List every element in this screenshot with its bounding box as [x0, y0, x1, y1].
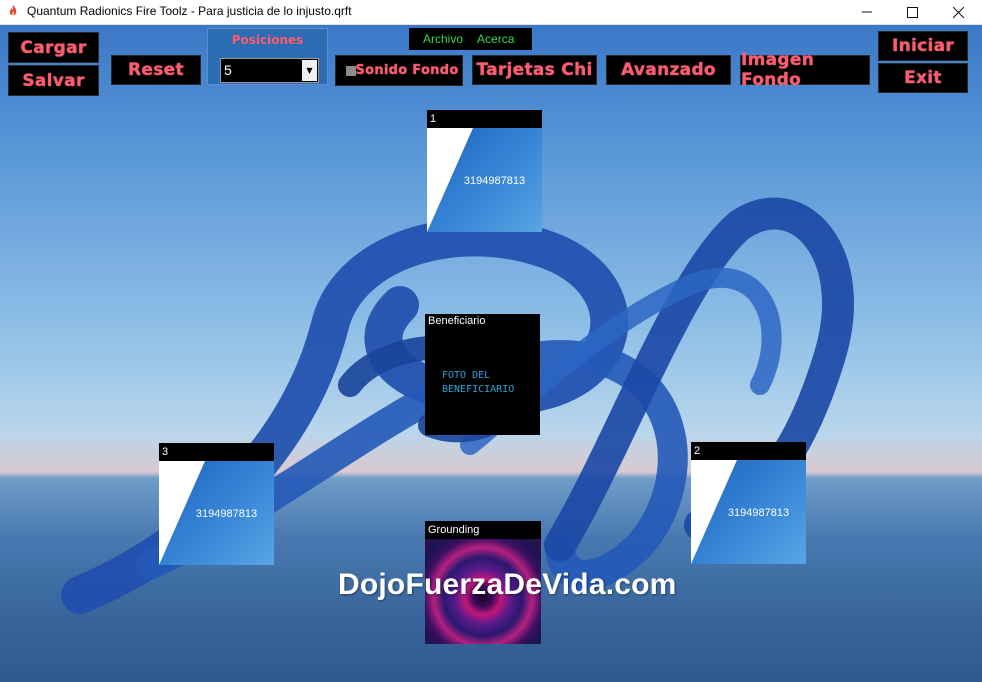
main-canvas: Cargar Salvar Reset Posiciones 5 ▼ Archi… — [0, 25, 982, 682]
card-image: 3194987813 — [427, 128, 542, 232]
card-number: 3194987813 — [195, 508, 258, 520]
card-number: 3194987813 — [463, 175, 526, 187]
close-icon — [952, 6, 964, 18]
watermark-text: DojoFuerzaDeVida.com — [338, 568, 677, 601]
positions-label: Posiciones — [231, 33, 304, 47]
menu-acerca[interactable]: Acerca — [477, 32, 514, 46]
exit-button[interactable]: Exit — [878, 63, 968, 93]
flame-icon — [9, 5, 17, 16]
maximize-icon — [906, 6, 918, 18]
beneficiary-label: Beneficiario — [428, 315, 486, 327]
card-number: 3194987813 — [727, 507, 790, 519]
position-card-3[interactable]: 3 3194987813 — [159, 443, 274, 565]
menu-archivo[interactable]: Archivo — [423, 32, 463, 46]
card-image: 3194987813 — [159, 461, 274, 565]
sonido-fondo-label: Sonido Fondo — [355, 63, 459, 78]
card-label: 1 — [427, 110, 542, 128]
position-card-1[interactable]: 1 3194987813 — [427, 110, 542, 232]
positions-group: Posiciones 5 ▼ — [207, 28, 328, 85]
beneficiary-photo-placeholder: FOTO DEL BENEFICIARIO — [442, 369, 514, 397]
beneficiary-card[interactable]: Beneficiario FOTO DEL BENEFICIARIO — [425, 314, 540, 435]
cargar-button[interactable]: Cargar — [8, 32, 99, 63]
card-label: 2 — [691, 442, 806, 460]
card-image: 3194987813 — [691, 460, 806, 564]
chevron-down-icon[interactable]: ▼ — [302, 60, 317, 81]
close-button[interactable] — [935, 0, 981, 24]
card-label: 3 — [159, 443, 274, 461]
window-title: Quantum Radionics Fire Toolz - Para just… — [27, 4, 352, 18]
iniciar-button[interactable]: Iniciar — [878, 31, 968, 61]
sonido-fondo-toggle[interactable]: Sonido Fondo — [335, 55, 463, 86]
minimize-icon — [862, 11, 872, 13]
minimize-button[interactable] — [844, 0, 890, 24]
positions-value: 5 — [224, 62, 232, 78]
photo-line-2: BENEFICIARIO — [442, 384, 515, 395]
menu-bar: Archivo Acerca — [409, 28, 532, 50]
checkbox-icon[interactable] — [346, 66, 356, 76]
imagen-fondo-button[interactable]: Imagen Fondo — [740, 50, 870, 90]
avanzado-button[interactable]: Avanzado — [606, 55, 731, 85]
salvar-button[interactable]: Salvar — [8, 65, 99, 96]
maximize-button[interactable] — [889, 0, 935, 24]
reset-button[interactable]: Reset — [111, 55, 201, 85]
title-bar: Quantum Radionics Fire Toolz - Para just… — [0, 0, 982, 25]
position-card-2[interactable]: 2 3194987813 — [691, 442, 806, 564]
tarjetas-chi-button[interactable]: Tarjetas Chi — [472, 55, 597, 85]
grounding-label: Grounding — [425, 521, 541, 539]
photo-line-1: FOTO DEL — [442, 370, 491, 381]
positions-select[interactable]: 5 ▼ — [220, 58, 319, 83]
